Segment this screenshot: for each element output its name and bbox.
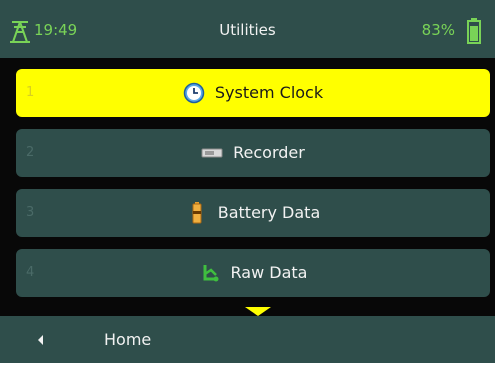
- recorder-icon: [201, 148, 223, 158]
- device-screen: 19:49 Utilities 83% 1 System Clock 2 Rec…: [0, 0, 495, 363]
- status-bar: 19:49 Utilities 83%: [0, 0, 495, 58]
- menu-item-system-clock[interactable]: 1 System Clock: [16, 69, 490, 117]
- battery-icon: [467, 18, 481, 44]
- menu-item-raw-data[interactable]: 4 Raw Data: [16, 249, 490, 297]
- clock-icon: [183, 82, 205, 104]
- battery-percentage: 83%: [421, 21, 455, 39]
- menu-item-battery-data[interactable]: 3 Battery Data: [16, 189, 490, 237]
- menu-item-label: Battery Data: [217, 203, 321, 222]
- menu-item-label: Recorder: [233, 143, 305, 162]
- bottom-bar: Home: [0, 316, 495, 363]
- menu-item-label: System Clock: [214, 83, 324, 102]
- home-button[interactable]: Home: [104, 329, 151, 351]
- menu-item-recorder[interactable]: 2 Recorder: [16, 129, 490, 177]
- menu-item-label: Raw Data: [230, 263, 308, 282]
- battery-data-icon: [192, 202, 202, 224]
- chevron-left-icon[interactable]: [37, 334, 45, 346]
- raw-data-icon: [203, 265, 219, 282]
